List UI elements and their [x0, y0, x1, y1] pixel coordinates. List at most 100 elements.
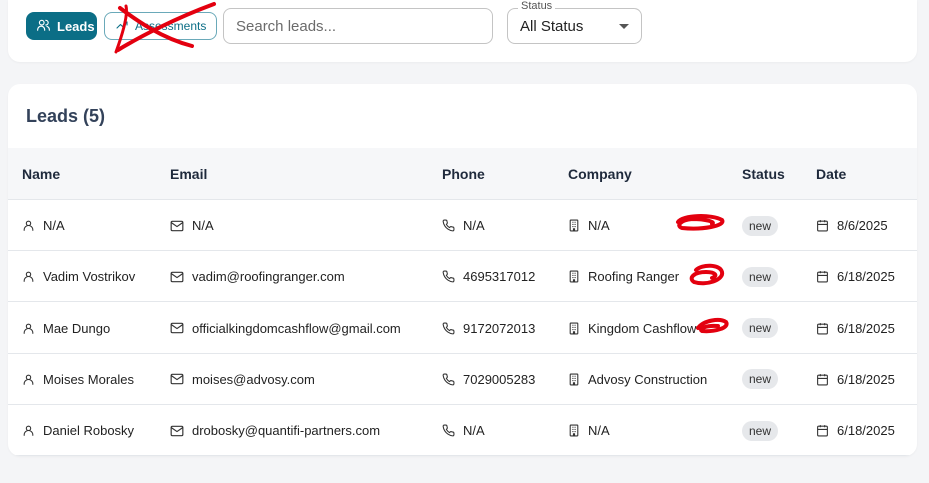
cell-company-text: N/A [588, 218, 610, 233]
status-badge: new [742, 215, 779, 236]
mail-icon [170, 220, 184, 232]
caret-down-icon [619, 24, 629, 29]
mail-icon [170, 373, 184, 385]
user-icon [22, 322, 35, 335]
cell-email-text: vadim@roofingranger.com [192, 269, 345, 285]
cell-name-text: Mae Dungo [43, 320, 111, 336]
search-input[interactable] [223, 8, 493, 44]
cell-phone: 9172072013 [442, 303, 535, 354]
users-icon [36, 18, 51, 35]
cell-name: Vadim Vostrikov [22, 251, 135, 302]
cell-status: new [742, 303, 779, 354]
tab-assessments[interactable]: Assessments [104, 12, 217, 40]
calendar-icon [816, 270, 829, 283]
cell-date: 6/18/2025 [816, 405, 895, 456]
cell-name: Moises Morales [22, 354, 134, 405]
cell-phone-text: N/A [463, 423, 485, 439]
cell-name: Mae Dungo [22, 303, 110, 354]
table-row[interactable]: Vadim Vostrikov vadim@roofingranger.com 46… [8, 251, 917, 303]
cell-phone: N/A [442, 405, 485, 456]
column-header-phone[interactable]: Phone [442, 166, 485, 182]
user-icon [22, 270, 35, 283]
phone-icon [442, 219, 455, 232]
column-header-status[interactable]: Status [742, 166, 785, 182]
cell-email: drobosky@quantifi-partners.com [170, 405, 380, 456]
cell-phone-text: 7029005283 [463, 371, 536, 387]
phone-icon [442, 270, 455, 283]
cell-date-text: 6/18/2025 [837, 423, 895, 439]
tab-leads[interactable]: Leads [26, 12, 97, 40]
cell-phone-text: 9172072013 [463, 320, 536, 336]
cell-company: Advosy Construction [568, 354, 707, 405]
status-select-label: Status [518, 0, 556, 13]
building-icon [568, 424, 580, 437]
column-header-email[interactable]: Email [170, 166, 207, 182]
building-icon [568, 322, 580, 335]
user-icon [22, 219, 35, 232]
calendar-icon [816, 219, 829, 232]
trending-up-icon [115, 19, 129, 34]
status-badge: new [742, 420, 779, 441]
status-select-value: All Status [520, 17, 584, 35]
cell-phone: N/A [442, 200, 485, 251]
cell-name: N/A [22, 200, 65, 251]
cell-name-text: Daniel Robosky [43, 423, 135, 439]
table-row[interactable]: Moises Morales moises@advosy.com 702900528… [8, 354, 917, 405]
cell-company-text: Roofing Ranger [588, 269, 680, 285]
column-header-date[interactable]: Date [816, 166, 846, 182]
column-header-name[interactable]: Name [22, 166, 60, 182]
cell-email-text: officialkingdomcashflow@gmail.com [192, 320, 401, 336]
cell-company-text: Advosy Construction [588, 371, 708, 387]
phone-icon [442, 373, 455, 386]
table-header: Name Email Phone Company Status Date [8, 148, 917, 200]
user-icon [22, 373, 35, 386]
cell-email: officialkingdomcashflow@gmail.com [170, 303, 401, 354]
phone-icon [442, 322, 455, 335]
cell-email-text: N/A [192, 218, 214, 233]
cell-phone-text: N/A [463, 218, 485, 233]
cell-phone: 4695317012 [442, 251, 535, 302]
column-header-company[interactable]: Company [568, 166, 632, 182]
cell-date-text: 6/18/2025 [837, 320, 895, 336]
cell-date-text: 8/6/2025 [837, 218, 888, 233]
phone-icon [442, 424, 455, 437]
building-icon [568, 270, 580, 283]
cell-date: 6/18/2025 [816, 303, 895, 354]
leads-table-card: Leads (5) Name Email Phone Company Statu… [8, 84, 917, 456]
cell-email: moises@advosy.com [170, 354, 315, 405]
cell-company: Kingdom Cashflow [568, 303, 696, 354]
cell-status: new [742, 405, 779, 456]
building-icon [568, 373, 580, 386]
status-select[interactable]: All Status [507, 8, 642, 44]
cell-phone: 7029005283 [442, 354, 535, 405]
status-badge: new [742, 369, 779, 390]
cell-status: new [742, 251, 779, 302]
cell-date: 6/18/2025 [816, 354, 895, 405]
calendar-icon [816, 373, 829, 386]
calendar-icon [816, 424, 829, 437]
table-row[interactable]: Daniel Robosky drobosky@quantifi-partners… [8, 405, 917, 456]
cell-email-text: drobosky@quantifi-partners.com [192, 423, 381, 439]
cell-email-text: moises@advosy.com [192, 371, 315, 387]
cell-name-text: Vadim Vostrikov [43, 269, 136, 285]
cell-company: Roofing Ranger [568, 251, 679, 302]
cell-phone-text: 4695317012 [463, 269, 536, 285]
tab-assessments-label: Assessments [135, 19, 207, 33]
cell-email: vadim@roofingranger.com [170, 251, 345, 302]
table-row[interactable]: N/A N/A N/A N/A new 8/6/2025 [8, 200, 917, 251]
status-badge: new [742, 318, 779, 339]
cell-email: N/A [170, 200, 214, 251]
user-icon [22, 424, 35, 437]
building-icon [568, 219, 580, 232]
cell-company-text: N/A [588, 423, 610, 439]
tab-leads-label: Leads [57, 18, 95, 34]
calendar-icon [816, 322, 829, 335]
cell-company-text: Kingdom Cashflow [588, 320, 697, 336]
table-row[interactable]: Mae Dungo officialkingdomcashflow@gmail.c… [8, 303, 917, 354]
cell-date-text: 6/18/2025 [837, 269, 895, 285]
cell-company: N/A [568, 405, 610, 456]
cell-date: 8/6/2025 [816, 200, 888, 251]
cell-date-text: 6/18/2025 [837, 371, 895, 387]
cell-name-text: N/A [43, 218, 65, 233]
cell-status: new [742, 200, 779, 251]
